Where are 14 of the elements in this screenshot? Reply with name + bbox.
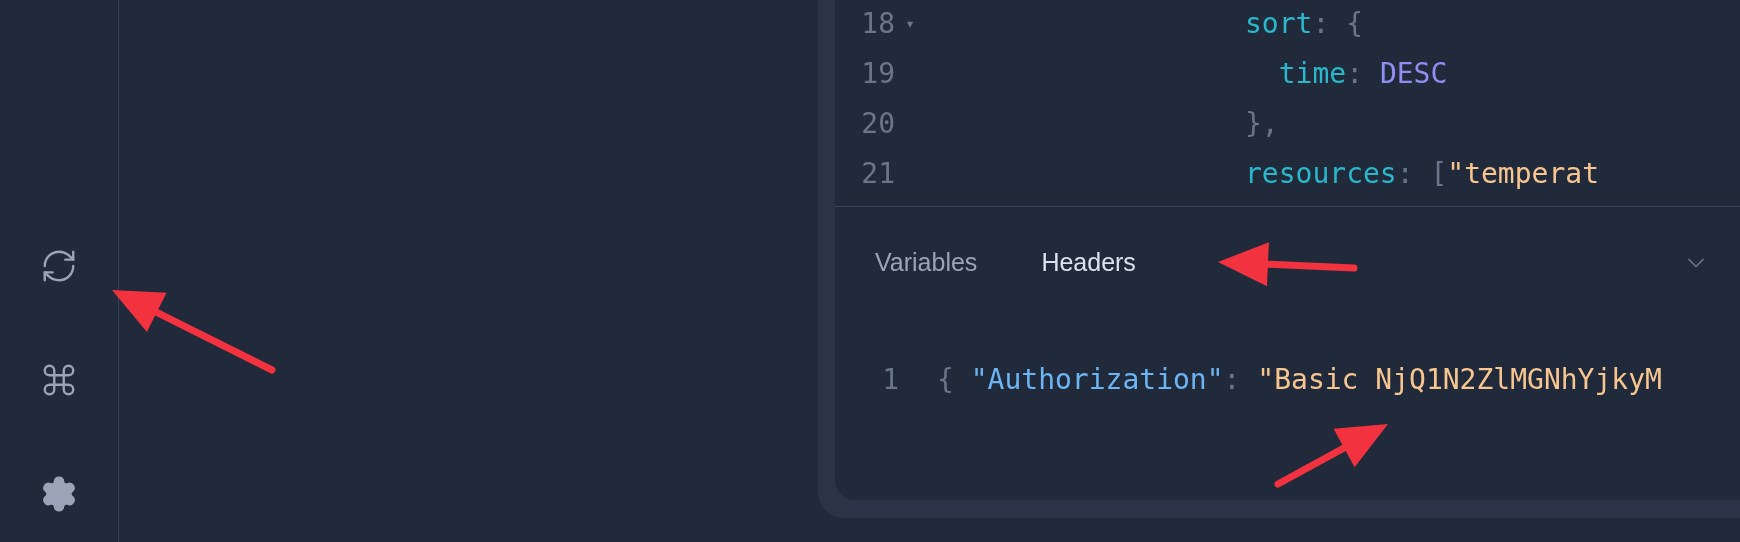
- line-number: 19: [860, 56, 895, 92]
- code-line: sort: {: [1245, 6, 1363, 42]
- code-line: },: [1245, 106, 1279, 142]
- code-line: resources: ["temperat: [1245, 156, 1599, 192]
- fold-marker[interactable]: ▾: [905, 12, 915, 36]
- line-number: 20: [860, 106, 895, 142]
- settings-icon: [40, 475, 78, 513]
- line-number: 21: [860, 156, 895, 192]
- code-line: time: DESC: [1277, 56, 1448, 92]
- line-number: 18: [860, 6, 895, 42]
- editor-tab[interactable]: Variables: [875, 244, 978, 282]
- line-number: 1: [881, 362, 899, 398]
- code-line: { "Authorization": "Basic NjQ1N2ZlMGNhYjkyM: [937, 362, 1662, 398]
- editor-tab[interactable]: Headers: [1041, 244, 1136, 282]
